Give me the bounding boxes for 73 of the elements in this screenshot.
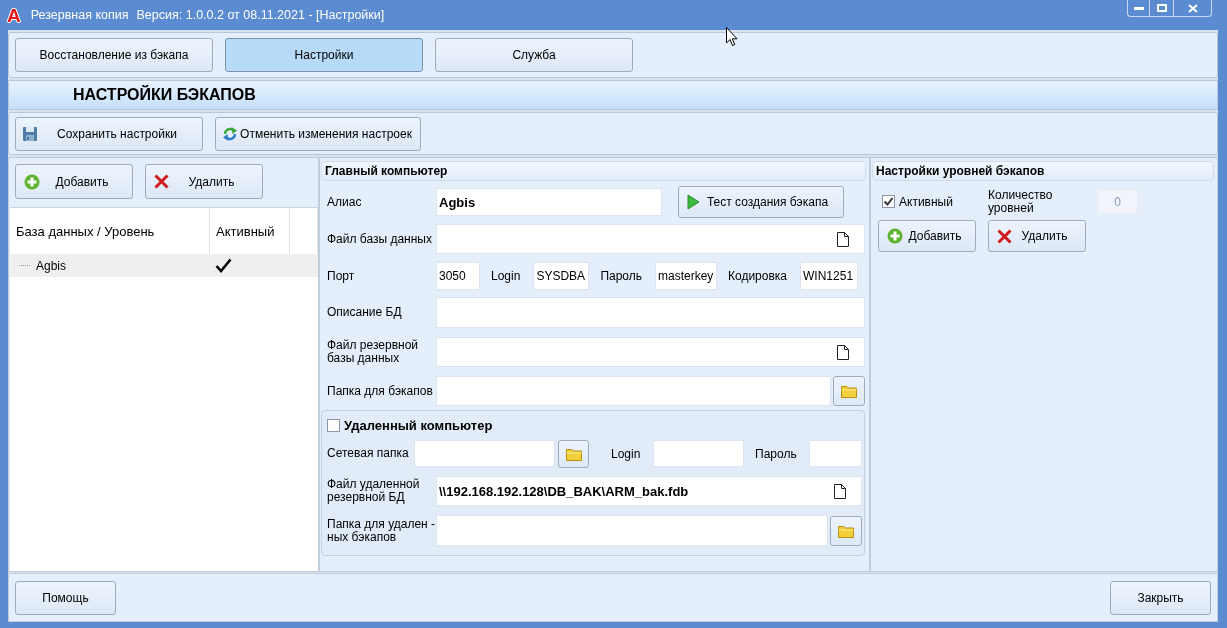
plus-icon bbox=[24, 173, 40, 190]
cross-icon bbox=[997, 228, 1012, 244]
field-label: Папка для бэкапов bbox=[327, 384, 434, 398]
play-icon bbox=[687, 194, 700, 210]
network-folder-field[interactable] bbox=[414, 440, 555, 467]
app-logo: A bbox=[7, 5, 21, 25]
database-file-field[interactable] bbox=[436, 224, 865, 254]
tree-item-label: Agbis bbox=[36, 258, 67, 273]
test-backup-button[interactable]: Тест создания бэкапа bbox=[678, 186, 844, 218]
connection-field[interactable]: masterkey bbox=[655, 262, 717, 290]
checkbox[interactable] bbox=[882, 195, 895, 208]
tab[interactable]: Служба bbox=[435, 38, 633, 72]
folder-icon bbox=[841, 384, 857, 398]
group-header: Главный компьютер bbox=[321, 161, 866, 181]
connection-field[interactable]: SYSDBA bbox=[533, 262, 590, 290]
window-title: Резервная копия bbox=[30, 8, 129, 22]
section-title: НАСТРОЙКИ БЭКАПОВ bbox=[8, 80, 1218, 110]
browse-folder-button[interactable] bbox=[833, 376, 865, 406]
toolbar-button[interactable]: Сохранить настройки bbox=[15, 116, 203, 151]
plus-icon bbox=[887, 228, 903, 244]
document-icon[interactable] bbox=[837, 231, 849, 247]
field-label: Сетевая папка bbox=[327, 447, 410, 460]
folder-icon bbox=[838, 523, 854, 538]
document-icon[interactable] bbox=[837, 344, 849, 360]
field-label: Login bbox=[611, 446, 642, 461]
version-text: Версия: 1.0.0.2 от 08.11.2021 - [Настройки] bbox=[136, 8, 385, 22]
checkbox-label: Активный bbox=[899, 194, 953, 209]
field-label: Login bbox=[491, 269, 521, 283]
browse-folder-button[interactable] bbox=[558, 439, 589, 468]
toolbar-button[interactable]: Отменить изменения настроек bbox=[215, 116, 421, 151]
remote-file-field[interactable]: \\192.168.192.128\DB_BAK\ARM_bak.fdb bbox=[436, 476, 862, 506]
connection-field[interactable]: 3050 bbox=[436, 262, 480, 290]
alias-field[interactable]: Agbis bbox=[436, 188, 662, 216]
footer-button[interactable]: Закрыть bbox=[1110, 580, 1211, 615]
tree-line-icon bbox=[19, 265, 30, 266]
backup-file-field[interactable] bbox=[436, 337, 865, 367]
toolbar-button[interactable]: Добавить bbox=[878, 220, 976, 252]
tab[interactable]: Восстановление из бэкапа bbox=[15, 38, 213, 72]
toolbar-button[interactable]: Удалить bbox=[988, 220, 1086, 252]
close-icon bbox=[1187, 3, 1198, 13]
connection-field[interactable]: WIN1251 bbox=[800, 262, 859, 290]
folder-icon bbox=[565, 446, 582, 461]
maximize-icon bbox=[1156, 4, 1167, 12]
field-label: Описание БД bbox=[327, 306, 403, 319]
minimize-icon bbox=[1133, 6, 1144, 10]
group-header: Настройки уровней бэкапов bbox=[872, 161, 1214, 181]
tab[interactable]: Настройки bbox=[225, 38, 423, 72]
field-label: Пароль bbox=[755, 446, 798, 461]
field-label: Файл базы данных bbox=[327, 232, 433, 246]
field-label: Кодировка bbox=[728, 269, 788, 283]
field-label: Файл удаленной резервной БД bbox=[327, 478, 421, 504]
field-label: Алиас bbox=[327, 195, 363, 209]
field-label: Файл резервной базы данных bbox=[327, 339, 419, 365]
field-label: Порт bbox=[327, 269, 356, 283]
sync-arrows-icon bbox=[222, 125, 238, 142]
description-field[interactable] bbox=[436, 297, 865, 328]
password-field[interactable] bbox=[809, 440, 862, 467]
checkbox[interactable] bbox=[327, 418, 340, 432]
cross-icon bbox=[154, 174, 169, 189]
field-label: Количество уровней bbox=[988, 188, 1054, 215]
field-label: Папка для удален - ных бэкапов bbox=[327, 517, 436, 544]
field-label: Пароль bbox=[600, 269, 642, 283]
checkbox-label: Удаленный компьютер bbox=[344, 417, 493, 433]
toolbar-button[interactable]: Добавить bbox=[15, 164, 133, 199]
browse-folder-button[interactable] bbox=[830, 515, 862, 546]
table-row[interactable]: Agbis bbox=[10, 254, 318, 277]
remote-folder-field[interactable] bbox=[436, 515, 828, 546]
mouse-cursor-icon bbox=[726, 27, 738, 46]
toolbar-button[interactable]: Удалить bbox=[145, 164, 263, 199]
document-icon[interactable] bbox=[834, 483, 846, 499]
footer-button[interactable]: Помощь bbox=[15, 580, 116, 615]
login-field[interactable] bbox=[653, 440, 744, 467]
backup-folder-field[interactable] bbox=[436, 376, 831, 406]
